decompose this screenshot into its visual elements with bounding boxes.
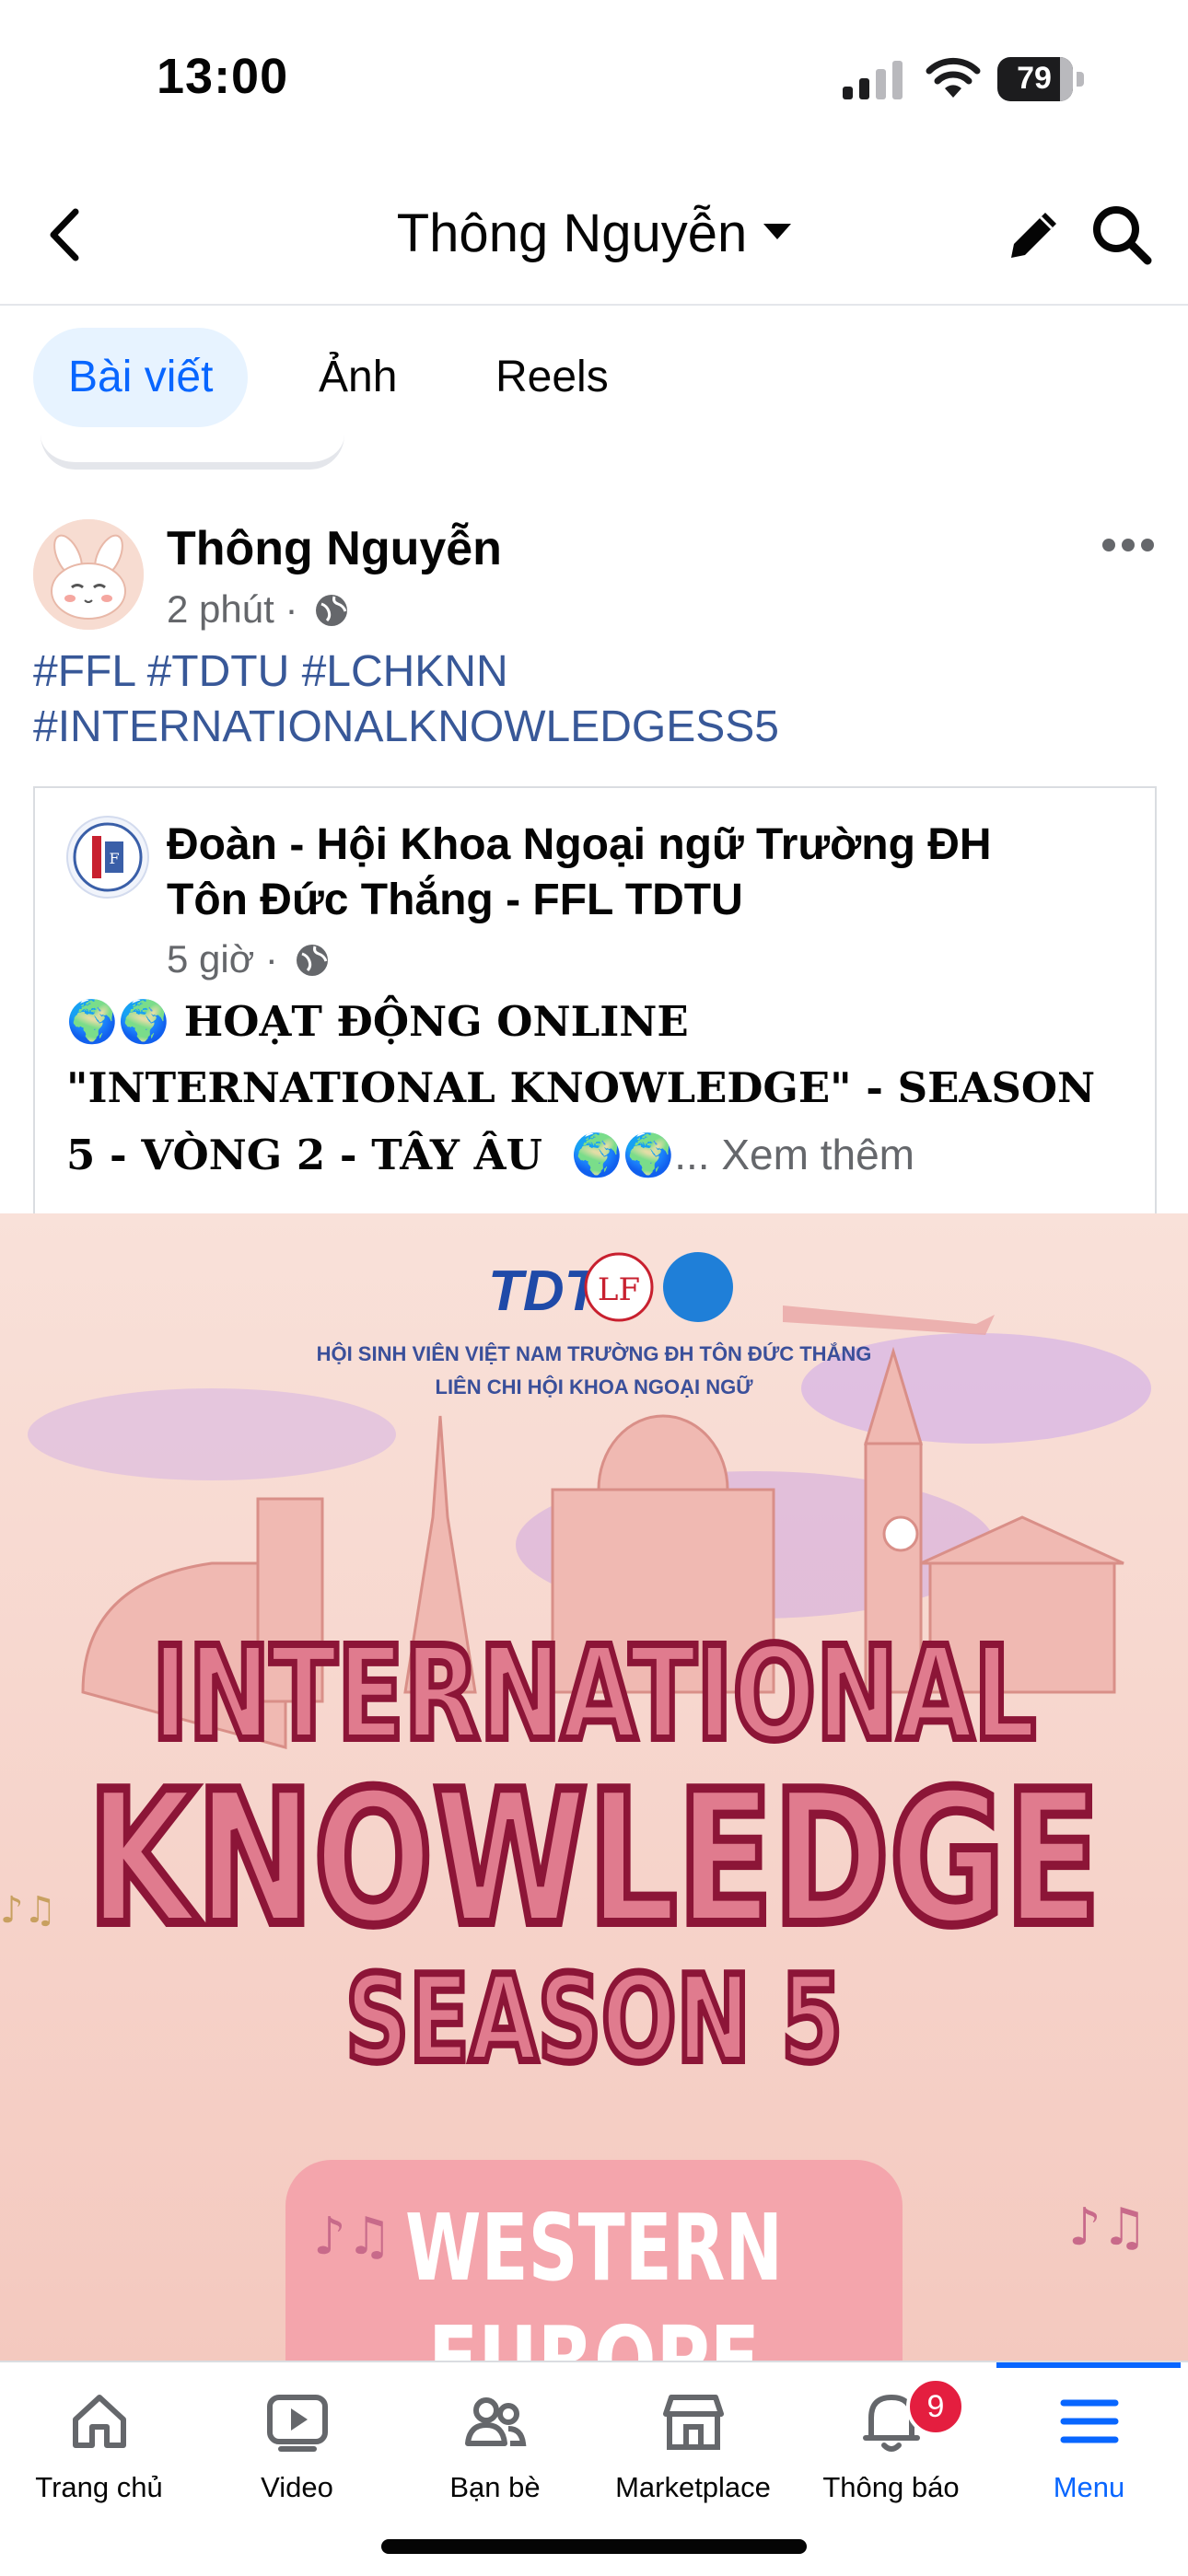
svg-text:♪♫: ♪♫	[0, 1889, 56, 1932]
nav-friends[interactable]: Bạn bè	[396, 2362, 594, 2528]
home-icon	[73, 2395, 126, 2448]
header-title: Thông Nguyễn	[396, 203, 748, 263]
post-image[interactable]: TDT LF HỘI SINH VIÊN VIỆT NAM TRƯỜNG ĐH …	[0, 1213, 1188, 2361]
shared-time: 5 giờ	[167, 937, 255, 981]
earth-emoji-icon: 🌍	[66, 997, 119, 1046]
status-time: 13:00	[157, 49, 289, 104]
post-author[interactable]: Thông Nguyễn	[167, 521, 502, 576]
header-divider	[0, 304, 1188, 306]
lf-logo: LF	[598, 1271, 640, 1308]
nav-home[interactable]: Trang chủ	[0, 2362, 198, 2528]
scroll-remnant	[41, 435, 344, 470]
earth-emoji-icon: 🌍	[118, 997, 170, 1046]
hashtags-line1[interactable]: #FFL #TDTU #LCHKNN	[33, 644, 1138, 700]
post-time: 2 phút	[167, 587, 274, 631]
wifi-icon	[926, 57, 981, 98]
nav-marketplace[interactable]: Marketplace	[594, 2362, 792, 2528]
page-name-line1: Đoàn - Hội Khoa Ngoại ngữ Trường ĐH	[167, 820, 992, 869]
text-line2: "INTERNATIONAL KNOWLEDGE" - SEASON	[66, 1063, 1096, 1112]
battery-icon: 79	[997, 57, 1084, 101]
shared-meta: 5 giờ ·	[167, 937, 330, 981]
shared-post-text: 🌍🌍 HOẠT ĐỘNG ONLINE "INTERNATIONAL KNOWL…	[66, 989, 1125, 1189]
tab-photos[interactable]: Ảnh	[284, 328, 432, 427]
bunny-avatar-icon	[33, 519, 144, 630]
globe-icon	[316, 595, 348, 626]
ffl-logo-icon: F	[73, 822, 143, 892]
page-name-line2: Tôn Đức Thắng - FFL TDTU	[167, 876, 743, 924]
avatar[interactable]	[33, 519, 144, 630]
nav-menu-label: Menu	[1053, 2471, 1125, 2503]
hashtags-line2[interactable]: #INTERNATIONALKNOWLEDGESS5	[33, 700, 1138, 755]
poster-title-line1: INTERNATIONAL	[152, 1619, 1036, 1770]
poster-illustration: TDT LF HỘI SINH VIÊN VIỆT NAM TRƯỜNG ĐH …	[0, 1213, 1188, 2361]
menu-icon	[1060, 2399, 1119, 2443]
battery-level: 79	[1017, 61, 1052, 96]
friends-icon	[465, 2397, 527, 2446]
nav-menu[interactable]: Menu	[990, 2362, 1188, 2528]
post-meta: 2 phút ·	[167, 587, 349, 632]
poster-header-line2: LIÊN CHI HỘI KHOA NGOẠI NGỮ	[436, 1375, 754, 1398]
tab-reels[interactable]: Reels	[460, 328, 644, 427]
nav-marketplace-label: Marketplace	[615, 2471, 771, 2503]
shared-page-name[interactable]: Đoàn - Hội Khoa Ngoại ngữ Trường ĐH Tôn …	[167, 818, 1088, 928]
earth-emoji-icon: 🌍	[571, 1131, 623, 1179]
union-logo-icon	[663, 1252, 733, 1322]
notification-badge: 9	[906, 2377, 965, 2436]
edit-icon[interactable]	[1004, 204, 1065, 265]
earth-emoji-icon: 🌍	[623, 1131, 675, 1179]
page-avatar[interactable]: F	[66, 816, 149, 899]
poster-title-line2: KNOWLEDGE	[87, 1752, 1101, 1967]
nav-home-label: Trang chủ	[35, 2471, 163, 2503]
video-icon	[267, 2395, 328, 2452]
post-hashtags[interactable]: #FFL #TDTU #LCHKNN #INTERNATIONALKNOWLED…	[33, 644, 1138, 755]
svg-text:F: F	[109, 850, 119, 867]
poster-subtitle1: WESTERN	[405, 2194, 783, 2302]
nav-video-label: Video	[261, 2471, 333, 2503]
nav-video[interactable]: Video	[198, 2362, 396, 2528]
caret-down-icon	[763, 224, 792, 240]
marketplace-icon	[663, 2395, 724, 2450]
home-indicator	[381, 2539, 807, 2554]
nav-notifications-label: Thông báo	[822, 2471, 960, 2503]
poster-header-line1: HỘI SINH VIÊN VIỆT NAM TRƯỜNG ĐH TÔN ĐỨC…	[317, 1342, 872, 1365]
globe-icon	[296, 945, 328, 976]
tab-posts[interactable]: Bài viết	[33, 328, 249, 427]
more-options-icon[interactable]	[1101, 536, 1155, 554]
signal-icon	[843, 61, 903, 99]
svg-text:♪♫: ♪♫	[1068, 2198, 1147, 2257]
poster-title-line3: SEASON 5	[345, 1949, 843, 2089]
text-line1: HOẠT ĐỘNG ONLINE	[183, 997, 689, 1046]
search-icon[interactable]	[1089, 203, 1154, 267]
poster-subtitle2: EUROPE	[428, 2306, 760, 2361]
nav-notifications[interactable]: 9 Thông báo	[792, 2362, 990, 2528]
text-line3: 5 - VÒNG 2 - TÂY ÂU	[66, 1131, 542, 1179]
see-more-link[interactable]: Xem thêm	[721, 1131, 914, 1178]
nav-friends-label: Bạn bè	[449, 2471, 541, 2503]
svg-text:♪♫: ♪♫	[313, 2207, 392, 2267]
